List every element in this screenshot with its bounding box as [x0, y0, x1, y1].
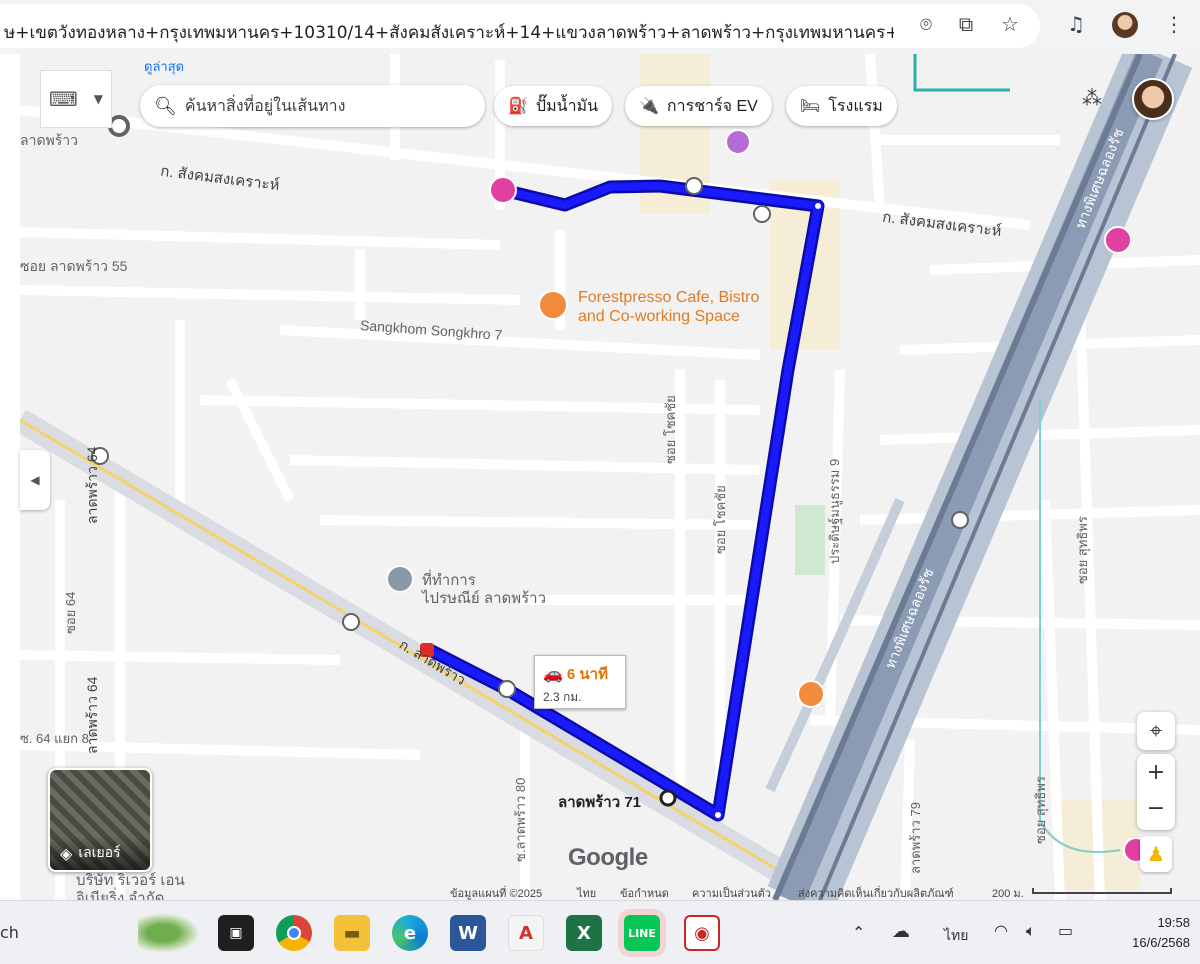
- place-label: ลาดพร้าว 71: [558, 794, 641, 811]
- taskbar: ch ▣ ▬ e W A X LINE ◉ ⌃ ☁ ไทย ◠ 🔈︎ ▭ 19:…: [0, 900, 1200, 964]
- chrome-icon[interactable]: [276, 915, 312, 951]
- route-info-callout[interactable]: 🚗 6 นาที 2.3 กม.: [534, 655, 626, 709]
- scale-bar: [1032, 888, 1172, 894]
- url-pill[interactable]: ษ+เขตวังทองหลาง+กรุงเทพมหานคร+10310/14+ส…: [0, 4, 1040, 48]
- pegman-icon[interactable]: ♟: [1140, 836, 1172, 872]
- chevron-down-icon: ▼: [93, 92, 104, 106]
- gas-station-icon: ⛽: [508, 98, 528, 115]
- park-area: [795, 505, 825, 575]
- post-office-label[interactable]: ไปรษณีย์ ลาดพร้าว: [422, 586, 546, 610]
- zoom-control: + −: [1137, 754, 1175, 830]
- camera-app-icon[interactable]: ◉: [684, 915, 720, 951]
- collapse-panel-button[interactable]: ◀: [20, 450, 50, 510]
- bookmark-star-icon[interactable]: ☆: [996, 12, 1024, 36]
- search-icon: 🔍︎: [154, 95, 177, 116]
- keyboard-input-button[interactable]: ⌨ ▼: [40, 70, 112, 128]
- apps-grid-icon[interactable]: ⁂: [1078, 86, 1106, 114]
- route-duration: 6 นาที: [566, 666, 608, 683]
- chevron-left-icon: ◀: [30, 473, 40, 487]
- edge-icon[interactable]: e: [392, 915, 428, 951]
- road-label: ซ.ลาดพร้าว 80: [513, 777, 528, 862]
- bed-icon: 🛏: [800, 98, 821, 115]
- keyboard-icon: ⌨: [48, 87, 78, 111]
- road-label: ซอย 64: [63, 591, 78, 634]
- road-label: ประดิษฐ์มนูธรรม 9: [827, 458, 842, 564]
- road-label: ลาดพร้าว 79: [908, 802, 923, 874]
- road-label: ซ. 64 แยก 8: [20, 731, 89, 746]
- shop-pin: [725, 129, 751, 155]
- side-panel-edge: [0, 54, 22, 900]
- place-marker: [108, 115, 130, 137]
- chip-gas-station[interactable]: ⛽ ปั๊มน้ำมัน: [494, 86, 613, 126]
- cafe-label[interactable]: Forestpresso Cafe, Bistro: [578, 289, 759, 307]
- google-logo: Google: [568, 844, 648, 871]
- line-app-icon[interactable]: LINE: [624, 915, 660, 951]
- map-canvas[interactable]: ก. สังคมสงเคราะห์ ก. สังคมสงเคราะห์ ซอย …: [20, 54, 1200, 900]
- chip-label: โรงแรม: [828, 97, 883, 115]
- zoom-in-button[interactable]: +: [1147, 754, 1165, 792]
- chip-label: การชาร์จ EV: [666, 97, 758, 115]
- my-location-button[interactable]: ⌖: [1137, 712, 1175, 750]
- layers-button[interactable]: ◈ เลเยอร์: [48, 768, 152, 872]
- zoom-out-button[interactable]: −: [1147, 792, 1165, 830]
- origin-marker: [659, 789, 677, 807]
- wifi-icon[interactable]: ◠: [994, 921, 1008, 940]
- clock[interactable]: 19:58 16/6/2568: [1100, 913, 1190, 953]
- battery-icon[interactable]: ▭: [1058, 921, 1073, 940]
- url-text[interactable]: ษ+เขตวังทองหลาง+กรุงเทพมหานคร+10310/14+ส…: [4, 19, 894, 46]
- browser-menu-icon[interactable]: ⋮: [1160, 12, 1188, 36]
- account-avatar[interactable]: [1132, 78, 1174, 120]
- chip-ev-charging[interactable]: 🔌 การชาร์จ EV: [625, 86, 772, 126]
- acrobat-icon[interactable]: A: [508, 915, 544, 951]
- excel-icon[interactable]: X: [566, 915, 602, 951]
- clock-date: 16/6/2568: [1132, 935, 1190, 950]
- file-explorer-icon[interactable]: ▬: [334, 915, 370, 951]
- hotel-pin: [1104, 226, 1132, 254]
- chevron-up-icon[interactable]: ⌃: [852, 923, 865, 942]
- profile-avatar[interactable]: [1112, 12, 1138, 38]
- crosshair-icon: ⌖: [1149, 718, 1163, 744]
- location-pin-icon[interactable]: ⌾: [912, 12, 940, 36]
- volume-icon[interactable]: 🔈︎: [1026, 921, 1036, 941]
- hotel-pin: [489, 176, 517, 204]
- route-distance: 2.3 กม.: [543, 690, 582, 704]
- road-label: ลาดพร้าว 64: [84, 446, 100, 524]
- input-language[interactable]: ไทย: [944, 925, 968, 947]
- road-label: ซอย โชคชัย: [713, 485, 728, 554]
- install-app-icon[interactable]: ⧉: [952, 12, 980, 36]
- route-search-box[interactable]: 🔍︎ ค้นหาสิ่งที่อยู่ในเส้นทาง: [140, 85, 485, 127]
- cafe-label[interactable]: and Co-working Space: [578, 308, 740, 326]
- post-office-pin: [386, 565, 414, 593]
- media-control-icon[interactable]: ♫: [1062, 12, 1090, 36]
- road-label: ซอย ลาดพร้าว 55: [20, 258, 128, 274]
- onedrive-icon[interactable]: ☁: [892, 921, 910, 942]
- search-input[interactable]: ค้นหาสิ่งที่อยู่ในเส้นทาง: [185, 94, 346, 119]
- road-label: ซอย สุทธิพร: [1033, 776, 1048, 844]
- cafe-pin: [538, 290, 568, 320]
- browser-address-bar: ษ+เขตวังทองหลาง+กรุงเทพมหานคร+10310/14+ส…: [0, 0, 1200, 54]
- chip-hotel[interactable]: 🛏 โรงแรม: [786, 86, 897, 126]
- chip-label: ปั๊มน้ำมัน: [535, 97, 599, 115]
- layers-icon: ◈: [60, 843, 73, 863]
- layers-label: เลเยอร์: [78, 844, 121, 860]
- widgets-icon[interactable]: [138, 913, 200, 953]
- cafe-pin: [797, 680, 825, 708]
- place-label: ดูล่าสุด: [144, 59, 185, 74]
- place-label: ลาดพร้าว: [20, 132, 79, 148]
- ev-charger-icon: 🔌: [639, 98, 659, 115]
- taskbar-search[interactable]: ch: [0, 923, 19, 942]
- road-label: ซอย สุทธิพร: [1075, 516, 1090, 584]
- road-label: ซอย โชคชัย: [663, 395, 678, 464]
- car-icon: 🚗: [543, 666, 563, 683]
- word-icon[interactable]: W: [450, 915, 486, 951]
- map-footer: ข้อมูลแผนที่ ©2025 ไทย ข้อกำหนด ความเป็น…: [0, 882, 1200, 900]
- clock-time: 19:58: [1157, 915, 1190, 930]
- task-view-icon[interactable]: ▣: [218, 915, 254, 951]
